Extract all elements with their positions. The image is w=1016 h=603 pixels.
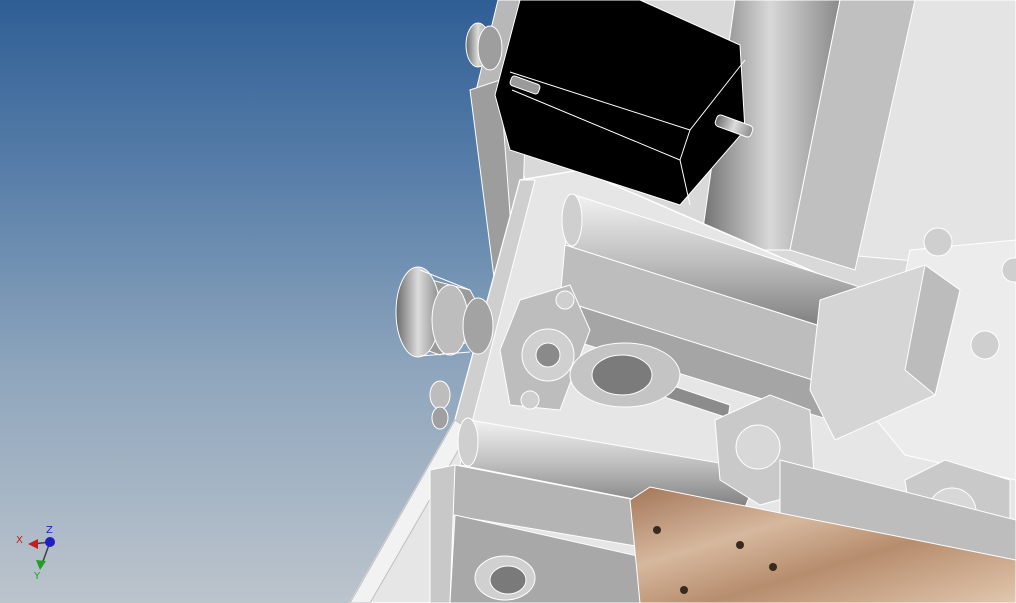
upper-pulley [465, 22, 503, 71]
cad-model[interactable] [0, 0, 1016, 603]
nut [520, 390, 540, 410]
bolt-head [970, 330, 1000, 360]
bolt-head [923, 227, 953, 257]
lower-nut-stack [429, 380, 451, 430]
graphics-viewport[interactable]: X Y Z [0, 0, 1016, 603]
y-axis-label: Y [34, 571, 41, 582]
x-axis-arrow [28, 539, 38, 549]
z-axis-marker [45, 537, 55, 547]
coordinate-triad[interactable]: X Y Z [8, 522, 78, 592]
nut [555, 290, 575, 310]
y-axis-arrow [36, 560, 46, 570]
x-axis-label: X [16, 535, 23, 546]
drive-pulley[interactable] [395, 266, 494, 358]
z-axis-label: Z [46, 525, 53, 536]
